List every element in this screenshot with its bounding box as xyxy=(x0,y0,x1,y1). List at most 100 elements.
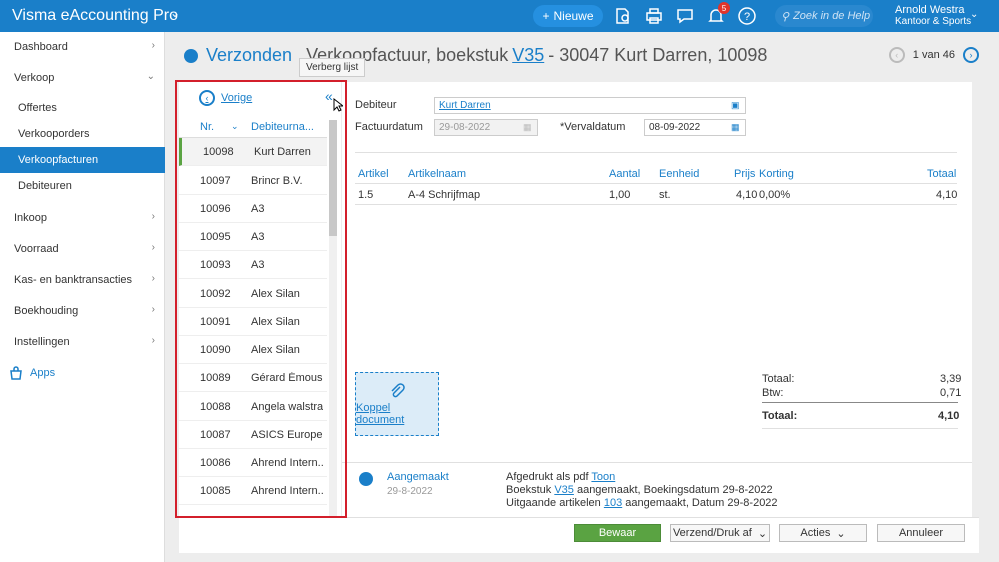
send-print-button[interactable]: Verzend/Druk af ⌄ xyxy=(670,524,770,542)
save-button[interactable]: Bewaar xyxy=(574,524,661,542)
help-icon[interactable]: ? xyxy=(736,5,758,27)
history-artikelen-link[interactable]: 103 xyxy=(604,497,622,509)
line-artikel[interactable]: 1.5 xyxy=(358,189,373,201)
vervaldatum-label: *Vervaldatum xyxy=(560,121,626,133)
user-chevron-down-icon[interactable]: ⌄ xyxy=(970,9,978,20)
col-artikel: Artikel xyxy=(358,168,389,180)
list-scrollbar[interactable] xyxy=(329,120,337,538)
sidebar-item-voorraad[interactable]: Voorraad › xyxy=(0,236,165,262)
user-menu[interactable]: Arnold Westra Kantoor & Sports xyxy=(895,4,971,28)
divider xyxy=(762,428,958,429)
history-line: Boekstuk V35 aangemaakt, Boekingsdatum 2… xyxy=(506,484,773,496)
previous-link[interactable]: ‹ Vorige xyxy=(199,90,252,106)
list-item[interactable]: 10089Gérard Émous... xyxy=(179,364,327,392)
shopping-bag-icon xyxy=(8,365,24,381)
chevron-right-icon: › xyxy=(151,242,155,253)
history-date: 29-8-2022 xyxy=(387,486,433,497)
grand-total-label: Totaal: xyxy=(762,410,798,422)
line-aantal[interactable]: 1,00 xyxy=(609,189,630,201)
attach-document-button[interactable]: Koppel document xyxy=(355,372,439,436)
list-item[interactable]: 10097 Brincr B.V. xyxy=(179,167,327,195)
notification-badge: 5 xyxy=(718,2,730,14)
content-area: Verzonden Verkoopfactuur, boekstuk V35 -… xyxy=(166,32,999,562)
btw-value: 0,71 xyxy=(940,387,962,399)
sort-chevron-down-icon[interactable]: ⌄ xyxy=(231,121,239,132)
subtotal-value: 3,39 xyxy=(940,373,962,385)
document-search-icon[interactable] xyxy=(612,5,634,27)
list-item[interactable]: 10091 Alex Silan xyxy=(179,308,327,336)
list-item[interactable]: 10096 A3 xyxy=(179,195,327,223)
list-item[interactable]: 10098 Kurt Darren xyxy=(179,138,327,166)
app-title[interactable]: Visma eAccounting Pro xyxy=(12,7,178,25)
history-boekstuk-link[interactable]: V35 xyxy=(554,484,574,496)
chevron-right-icon: › xyxy=(151,211,155,222)
line-artikelnaam[interactable]: A-4 Schrijfmap xyxy=(408,189,480,201)
column-header-nr[interactable]: Nr. xyxy=(200,121,214,133)
sidebar-item-verkooporders[interactable]: Verkooporders xyxy=(0,121,165,147)
printer-icon[interactable] xyxy=(643,5,665,27)
status-label: Verzonden xyxy=(206,45,293,65)
chat-icon[interactable] xyxy=(674,5,696,27)
sidebar: Dashboard › Verkoop ⌄ Offertes Verkooporde… xyxy=(0,32,165,562)
pager-next-icon[interactable]: › xyxy=(963,47,979,63)
sidebar-item-offertes[interactable]: Offertes xyxy=(0,95,165,121)
history-panel: Aangemaakt 29-8-2022 Afgedrukt als pdf T… xyxy=(342,462,972,517)
list-item[interactable]: 10090 Alex Silan xyxy=(179,336,327,364)
divider xyxy=(355,204,957,205)
page-title: Verzonden Verkoopfactuur, boekstuk V35 -… xyxy=(184,45,767,66)
customer-card-icon[interactable]: ▣ xyxy=(731,100,742,111)
hide-list-tooltip: Verberg lijst xyxy=(299,58,366,77)
app-switch-chevron-icon[interactable]: ⌄ xyxy=(170,6,180,20)
list-item[interactable]: 10085 Ahrend Intern... xyxy=(179,477,327,505)
debiteur-field[interactable]: Kurt Darren ▣ xyxy=(434,97,746,114)
sidebar-item-verkoop[interactable]: Verkoop ⌄ xyxy=(0,65,165,91)
sidebar-item-inkoop[interactable]: Inkoop › xyxy=(0,205,165,231)
list-item[interactable]: 10086 Ahrend Intern... xyxy=(179,449,327,477)
sidebar-item-apps[interactable]: Apps xyxy=(0,360,165,386)
sidebar-item-instellingen[interactable]: Instellingen › xyxy=(0,329,165,355)
invoice-list-panel: ‹ Vorige « Nr. ⌄ Debiteurna... 10098 Kurt… xyxy=(179,82,341,542)
line-prijs[interactable]: 4,10 xyxy=(736,189,757,201)
chevron-right-icon: › xyxy=(151,304,155,315)
search-icon: ⚲ xyxy=(781,10,790,23)
pager-label: 1 van 46 xyxy=(912,49,955,61)
calendar-icon[interactable]: ▦ xyxy=(731,122,742,133)
hide-list-icon[interactable]: « xyxy=(325,88,333,104)
col-aantal: Aantal xyxy=(609,168,641,180)
list-item[interactable]: 10095 A3 xyxy=(179,223,327,251)
list-item[interactable]: 10088 Angela walstra xyxy=(179,393,327,421)
help-search-input[interactable]: ⚲ Zoek in de Help xyxy=(775,5,873,27)
scrollbar-thumb[interactable] xyxy=(329,120,337,236)
line-totaal: 4,10 xyxy=(936,189,958,201)
vervaldatum-field[interactable]: 08-09-2022 ▦ xyxy=(644,119,746,136)
sidebar-item-kas-bank[interactable]: Kas- en banktransacties › xyxy=(0,267,165,293)
sidebar-item-verkoopfacturen[interactable]: Verkoopfacturen xyxy=(0,147,165,173)
chevron-down-icon: ⌄ xyxy=(757,527,768,540)
list-item[interactable]: 10092 Alex Silan xyxy=(179,280,327,308)
actions-button[interactable]: Acties ⌄ xyxy=(779,524,867,542)
line-korting[interactable]: 0,00% xyxy=(759,189,790,201)
chevron-down-icon: ⌄ xyxy=(836,527,846,540)
chevron-down-icon: ⌄ xyxy=(146,71,155,82)
list-item[interactable]: 10093 A3 xyxy=(179,251,327,279)
show-pdf-link[interactable]: Toon xyxy=(591,471,615,483)
sidebar-item-boekhouding[interactable]: Boekhouding › xyxy=(0,298,165,324)
boekstuk-link[interactable]: V35 xyxy=(512,45,544,66)
column-header-debiteur[interactable]: Debiteurna... xyxy=(251,121,314,133)
col-eenheid: Eenheid xyxy=(659,168,700,180)
calendar-icon: ▦ xyxy=(523,122,532,132)
chevron-right-icon: › xyxy=(151,40,155,51)
sidebar-item-debiteuren[interactable]: Debiteuren xyxy=(0,173,165,199)
bell-icon[interactable]: 5 xyxy=(705,2,730,27)
cancel-button[interactable]: Annuleer xyxy=(877,524,965,542)
btw-label: Btw: xyxy=(762,387,784,399)
pager-previous-icon[interactable]: ‹ xyxy=(888,47,905,63)
debiteur-label: Debiteur xyxy=(355,99,397,111)
col-totaal: Totaal xyxy=(927,168,957,180)
svg-text:?: ? xyxy=(744,11,750,23)
subtotal-label: Totaal: xyxy=(762,373,795,385)
line-eenheid[interactable]: st. xyxy=(659,189,671,201)
sidebar-item-dashboard[interactable]: Dashboard › xyxy=(0,34,165,60)
list-item[interactable]: 10087 ASICS Europe xyxy=(179,421,327,449)
new-button[interactable]: + Nieuwe xyxy=(533,5,603,27)
